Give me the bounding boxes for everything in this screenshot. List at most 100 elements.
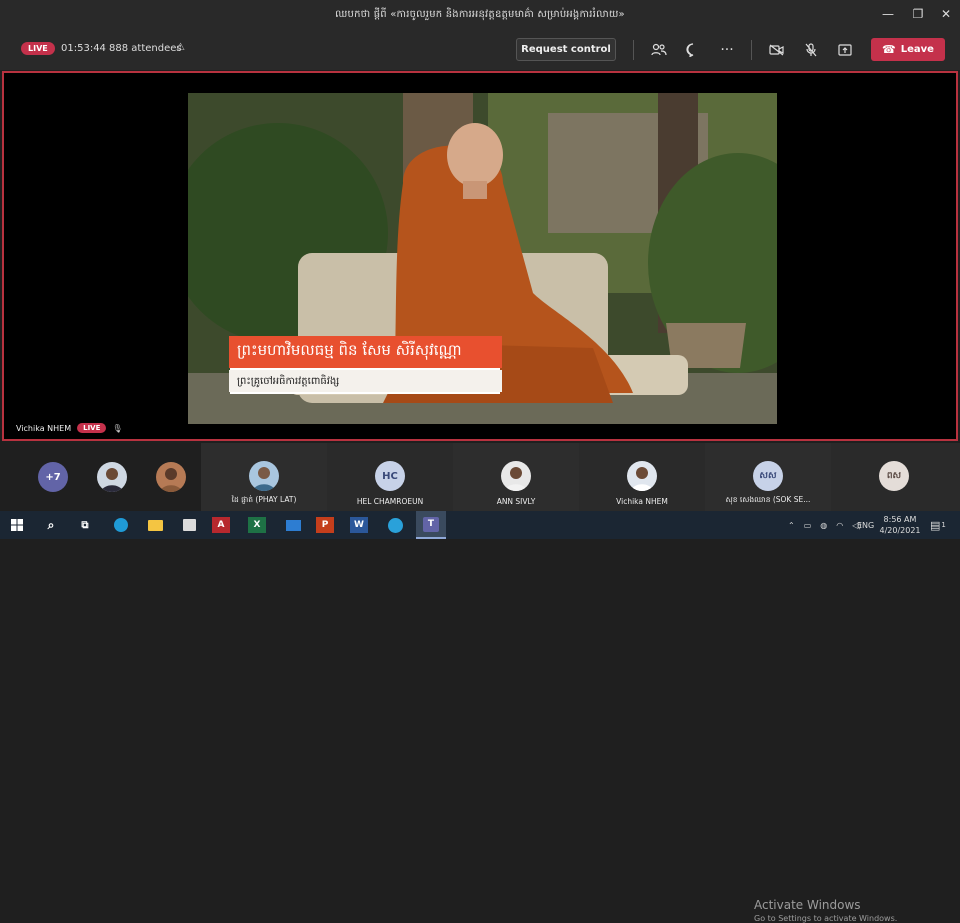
taskbar-app-excel[interactable]: X [248,517,266,533]
chat-button[interactable] [682,38,704,61]
avatar[interactable] [156,462,186,492]
meeting-toolbar: LIVE 01:53:44 888 attendees ⚠ Request co… [0,28,960,70]
search-button[interactable]: ⌕ [40,515,62,535]
overflow-participants-button[interactable]: +7 [38,462,68,492]
clock[interactable]: 8:56 AM 4/20/2021 [879,511,921,539]
presenter-label: Vichika NHEM LIVE 🎙 [16,423,123,433]
person-photo-icon [631,467,653,491]
windows-taskbar: ⌕ ⧉ A X P W T ⌃ ▭ ◍ ◠ ◁) ENG 8:56 AM 4/2… [0,511,960,539]
more-actions-button[interactable]: ··· [716,38,738,61]
excel-icon: X [253,520,261,530]
main-stage: ព្រះមហាវិមលធម្ម ពិន សែម សិរីសុវណ្ណោ ព្រះ… [2,71,958,441]
chevron-up-icon[interactable]: ⌃ [788,521,795,530]
word-icon: W [354,520,364,530]
search-icon: ⌕ [47,517,55,532]
participant-tile[interactable]: ពស [831,443,960,511]
store-icon [182,519,196,531]
clock-time: 8:56 AM [883,515,917,524]
taskbar-app-store[interactable] [178,515,200,535]
watermark-subtitle: Go to Settings to activate Windows. [754,914,898,923]
language-indicator[interactable]: ENG [857,511,874,539]
avatar[interactable] [97,462,127,492]
taskbar-app-mail[interactable] [282,515,304,535]
taskbar-app-powerpoint[interactable]: P [316,517,334,533]
activate-windows-watermark: Activate Windows Go to Settings to activ… [754,898,897,923]
live-badge: LIVE [21,42,55,55]
participant-tile[interactable]: ដៃ ផ្ញាត់ (PHAY LAT) [201,443,327,511]
microphone-off-icon [805,42,817,56]
powerpoint-icon: P [321,520,329,530]
participant-name: ANN SIVLY [496,497,536,506]
task-view-icon: ⧉ [81,519,89,531]
participant-gallery: +7 ដៃ ផ្ញាត់ (PHAY LAT) HC HEL CHAMROEUN… [0,443,960,923]
mail-icon [285,519,301,531]
taskbar-app-word[interactable]: W [350,517,368,533]
ellipsis-icon: ··· [720,41,734,58]
battery-icon[interactable]: ▭ [804,521,812,530]
participant-tile[interactable]: Vichika NHEM [579,443,705,511]
avatar: ពស [879,461,909,491]
windows-logo-icon [11,519,23,531]
participant-tile[interactable]: ANN SIVLY [453,443,579,511]
person-photo-icon [253,467,275,491]
share-button[interactable] [834,38,856,61]
taskbar-app-access[interactable]: A [212,517,230,533]
network-icon[interactable]: ◍ [820,521,827,530]
participant-tile[interactable]: សស សុខ សេងឈាន (SOK SE... [705,443,831,511]
attendee-count: 888 attendees [109,43,182,54]
elapsed-time: 01:53:44 [61,43,106,54]
toolbar-divider [751,40,752,60]
notification-center-button[interactable]: ▤ 1 [930,511,946,539]
warning-icon[interactable]: ⚠ [176,42,185,53]
taskbar-app-teams[interactable]: T [416,511,446,539]
avatar [627,461,657,491]
taskbar-app-edge[interactable] [110,515,132,535]
watermark-title: Activate Windows [754,898,861,912]
microphone-button[interactable] [800,38,822,61]
mic-muted-icon: 🎙 [112,423,123,433]
minimize-icon: — [882,7,894,21]
phone-hangup-icon: ☎ [882,43,896,56]
participant-tile[interactable]: HC HEL CHAMROEUN [327,443,453,511]
notification-icon: ▤ [930,518,941,532]
lower-third-name: ព្រះមហាវិមលធម្ម ពិន សែម សិរីសុវណ្ណោ [229,336,502,368]
participant-name: សុខ សេងឈាន (SOK SE... [725,495,811,504]
system-tray: ⌃ ▭ ◍ ◠ ◁) [788,511,862,539]
access-icon: A [217,520,225,530]
participant-name: Vichika NHEM [616,497,668,506]
live-video-feed: ព្រះមហាវិមលធម្ម ពិន សែម សិរីសុវណ្ណោ ព្រះ… [188,93,777,424]
start-button[interactable] [6,515,28,535]
leave-label: Leave [900,44,934,55]
presenter-name: Vichika NHEM [16,423,72,433]
folder-icon [147,519,163,531]
avatar [501,461,531,491]
close-icon: ✕ [940,7,952,21]
minimize-button[interactable]: — [872,0,904,28]
restore-icon: ❐ [912,7,924,21]
request-control-button[interactable]: Request control [516,38,616,61]
avatar: HC [375,461,405,491]
person-photo-icon [505,467,527,491]
taskbar-app-explorer[interactable] [144,515,166,535]
clock-date: 4/20/2021 [879,526,921,535]
close-window-button[interactable]: ✕ [930,0,960,28]
taskbar-app-telegram[interactable] [384,515,406,535]
share-tray-icon [838,43,852,56]
notification-count: 1 [941,521,946,529]
camera-off-icon [769,44,784,55]
camera-button[interactable] [766,38,788,61]
title-bar: ឈបកថា ផ្ដីពី «ការចូលរួមក និងការអនុវត្តឧត… [0,0,960,28]
leave-button[interactable]: ☎ Leave [871,38,945,61]
window-title: ឈបកថា ផ្ដីពី «ការចូលរួមក និងការអនុវត្តឧត… [335,8,625,20]
participant-name: HEL CHAMROEUN [356,497,424,506]
edge-icon [114,518,128,532]
participants-button[interactable] [648,38,670,61]
lower-third-subtitle: ព្រះគ្រូចៅអធិការវត្តពោធិវង្ស [229,370,502,392]
people-icon [651,43,667,55]
telegram-icon [387,517,403,533]
task-view-button[interactable]: ⧉ [74,515,96,535]
teams-icon: T [423,516,439,532]
wifi-icon[interactable]: ◠ [836,521,843,530]
avatar: សស [753,461,783,491]
toolbar-divider [633,40,634,60]
